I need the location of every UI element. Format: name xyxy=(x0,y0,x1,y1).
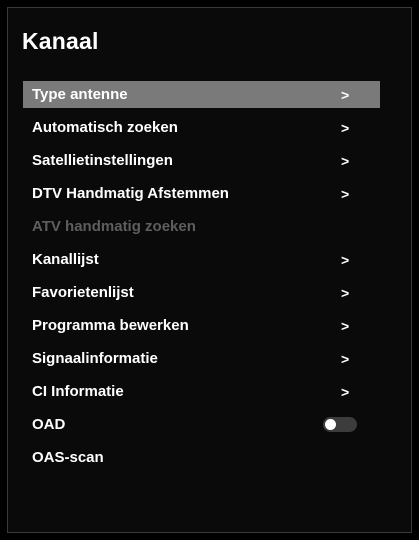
menu-title: Kanaal xyxy=(22,28,99,54)
menu-item-dtv-handmatig-afstemmen[interactable]: DTV Handmatig Afstemmen > xyxy=(23,180,380,207)
menu-item-label: Type antenne xyxy=(32,86,128,103)
chevron-right-icon: > xyxy=(341,252,350,268)
chevron-right-icon: > xyxy=(341,153,350,169)
menu-item-label: Kanallijst xyxy=(32,251,99,268)
chevron-right-icon: > xyxy=(341,186,350,202)
channel-menu-list: Type antenne > Automatisch zoeken > Sate… xyxy=(23,81,380,477)
chevron-right-icon: > xyxy=(341,285,350,301)
menu-item-label: OAS-scan xyxy=(32,449,104,466)
menu-item-satellietinstellingen[interactable]: Satellietinstellingen > xyxy=(23,147,380,174)
channel-menu-panel: Kanaal Type antenne > Automatisch zoeken… xyxy=(7,7,412,533)
menu-item-atv-handmatig-zoeken: ATV handmatig zoeken xyxy=(23,213,380,240)
menu-item-automatisch-zoeken[interactable]: Automatisch zoeken > xyxy=(23,114,380,141)
oad-toggle-switch[interactable] xyxy=(323,417,357,432)
menu-item-kanallijst[interactable]: Kanallijst > xyxy=(23,246,380,273)
menu-item-favorietenlijst[interactable]: Favorietenlijst > xyxy=(23,279,380,306)
menu-item-label: Programma bewerken xyxy=(32,317,189,334)
menu-item-label: Signaalinformatie xyxy=(32,350,158,367)
menu-item-label: Favorietenlijst xyxy=(32,284,134,301)
menu-item-programma-bewerken[interactable]: Programma bewerken > xyxy=(23,312,380,339)
menu-item-oas-scan[interactable]: OAS-scan xyxy=(23,444,380,471)
menu-item-ci-informatie[interactable]: CI Informatie > xyxy=(23,378,380,405)
chevron-right-icon: > xyxy=(341,351,350,367)
menu-item-label: ATV handmatig zoeken xyxy=(32,218,196,235)
menu-item-oad[interactable]: OAD xyxy=(23,411,380,438)
menu-item-label: Satellietinstellingen xyxy=(32,152,173,169)
menu-item-label: DTV Handmatig Afstemmen xyxy=(32,185,229,202)
menu-item-label: CI Informatie xyxy=(32,383,124,400)
menu-item-label: Automatisch zoeken xyxy=(32,119,178,136)
chevron-right-icon: > xyxy=(341,318,350,334)
chevron-right-icon: > xyxy=(341,384,350,400)
toggle-knob-icon xyxy=(325,419,336,430)
menu-item-type-antenne[interactable]: Type antenne > xyxy=(23,81,380,108)
menu-item-signaalinformatie[interactable]: Signaalinformatie > xyxy=(23,345,380,372)
menu-item-label: OAD xyxy=(32,416,66,433)
chevron-right-icon: > xyxy=(341,120,350,136)
chevron-right-icon: > xyxy=(341,87,350,103)
